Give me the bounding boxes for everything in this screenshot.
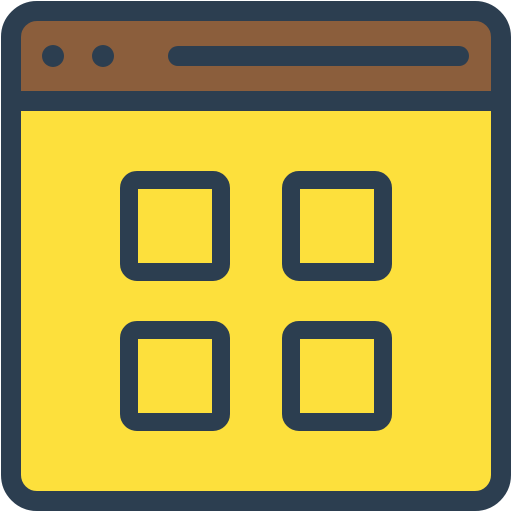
window-dot-right <box>92 45 114 67</box>
grid-tile-top-right <box>282 171 392 281</box>
window-dot-left <box>42 45 64 67</box>
grid-tile-bottom-left <box>120 321 230 431</box>
browser-app-grid-icon <box>0 0 512 512</box>
browser-window-graphic <box>1 1 511 511</box>
grid-tile-top-left <box>120 171 230 281</box>
grid-tile-bottom-right <box>282 321 392 431</box>
